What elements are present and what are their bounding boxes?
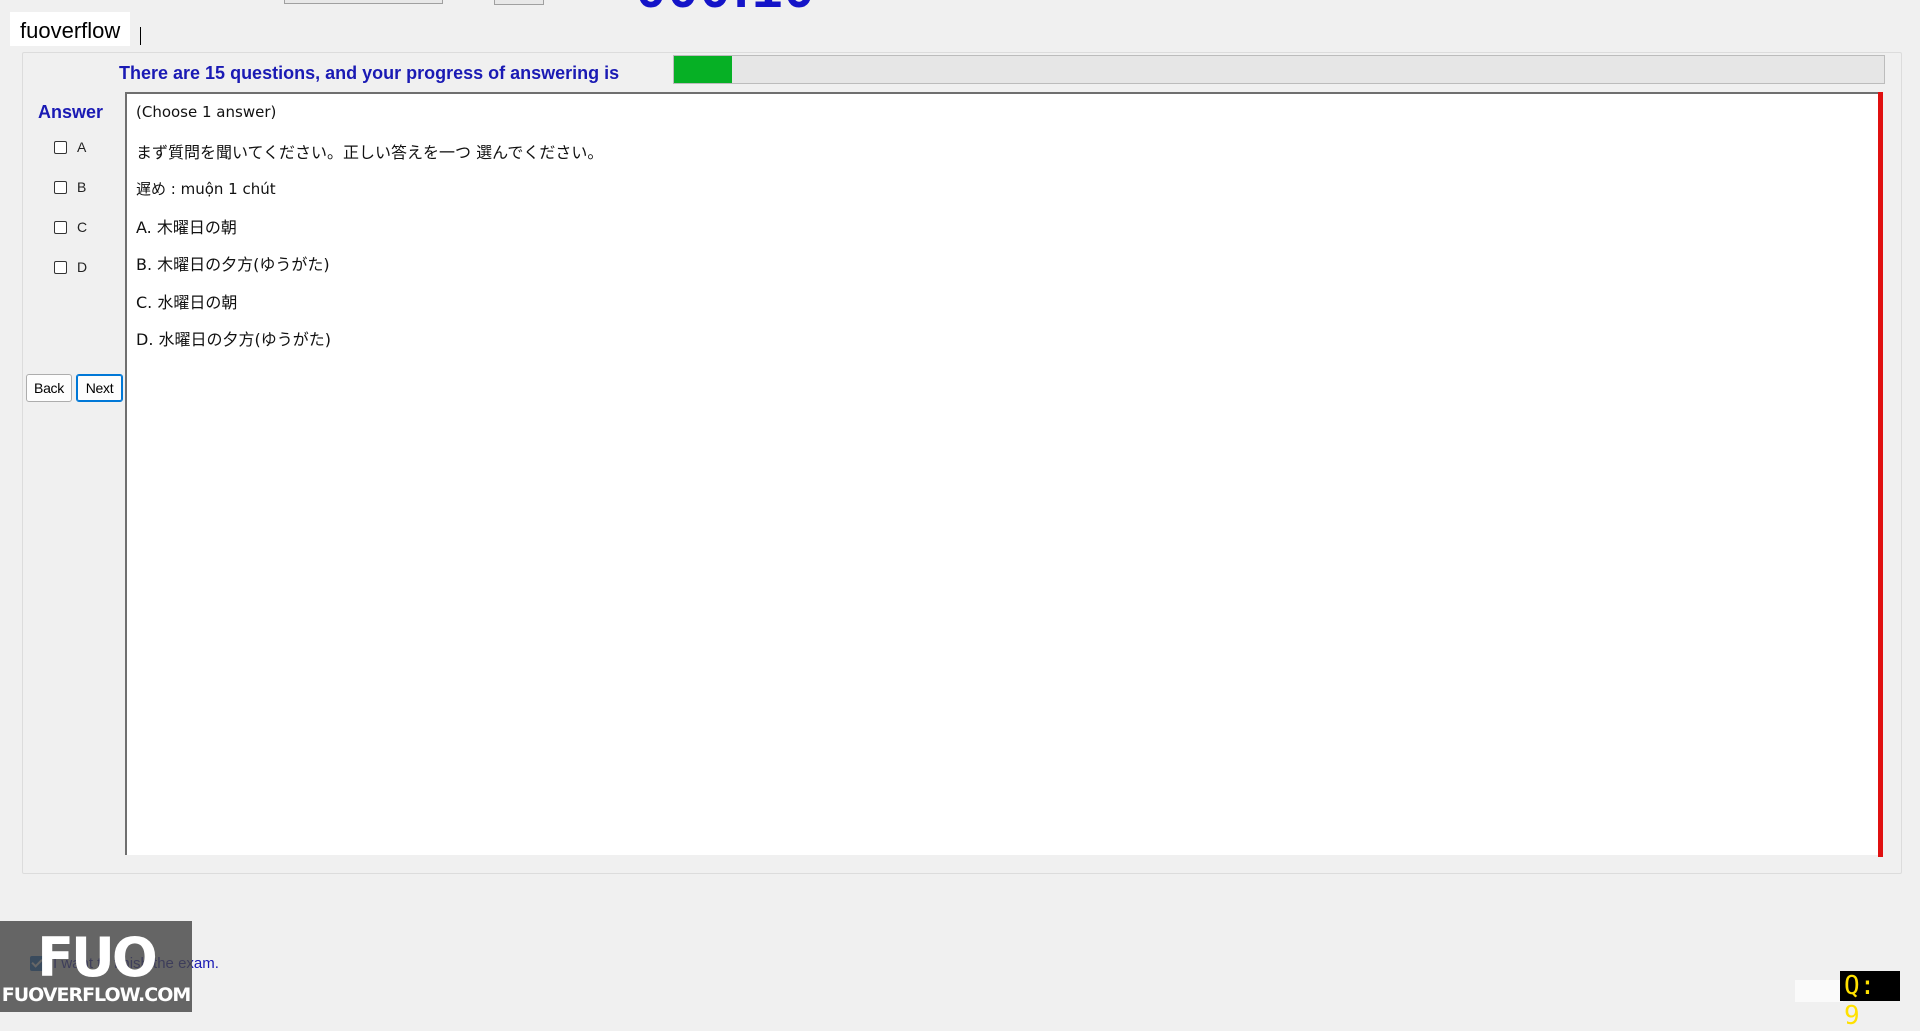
checkbox[interactable] (54, 260, 67, 274)
answer-option-b[interactable]: B (54, 177, 86, 197)
logo-site: FUOVERFLOW.COM (1, 984, 192, 1006)
fuoverflow-logo: FUO FUOVERFLOW.COM (0, 921, 192, 1012)
answer-title: Answer (38, 102, 104, 122)
question-prompt: まず質問を聞いてください。正しい答えを一つ 選んでください。 (136, 143, 604, 162)
checkbox[interactable] (54, 180, 67, 194)
checkbox[interactable] (54, 140, 67, 154)
answer-option-c[interactable]: C (54, 217, 87, 237)
progress-bar (673, 55, 1885, 84)
option-label: C (77, 219, 88, 235)
question-instruction: (Choose 1 answer) (136, 103, 277, 121)
top-small-control[interactable] (494, 0, 544, 5)
counter-background (1795, 980, 1843, 1002)
option-label: B (77, 179, 87, 195)
choice-a: A. 木曜日の朝 (136, 218, 237, 237)
site-tag: fuoverflow (10, 12, 131, 46)
red-border-bar (1878, 92, 1883, 857)
question-content: (Choose 1 answer) まず質問を聞いてください。正しい答えを一つ … (125, 92, 1882, 855)
choice-d: D. 水曜日の夕方(ゆうがた) (136, 330, 331, 349)
next-button[interactable]: Next (76, 374, 123, 402)
question-hint: 遅め : muộn 1 chút (136, 180, 276, 198)
text-caret (140, 27, 141, 45)
top-dropdown[interactable] (284, 0, 443, 4)
progress-fill (674, 56, 733, 83)
option-label: A (77, 139, 87, 155)
back-button[interactable]: Back (26, 374, 72, 402)
answer-option-a[interactable]: A (54, 137, 86, 157)
timer-display: 000:10 (636, 0, 816, 16)
logo-mark: FUO (37, 926, 158, 989)
question-counter: Q: 9 (1840, 971, 1900, 1031)
choice-c: C. 水曜日の朝 (136, 293, 238, 312)
choice-b: B. 木曜日の夕方(ゆうがた) (136, 255, 330, 274)
option-label: D (77, 259, 88, 275)
answer-option-d[interactable]: D (54, 257, 87, 277)
checkbox[interactable] (54, 220, 67, 234)
progress-label: There are 15 questions, and your progres… (119, 63, 620, 83)
